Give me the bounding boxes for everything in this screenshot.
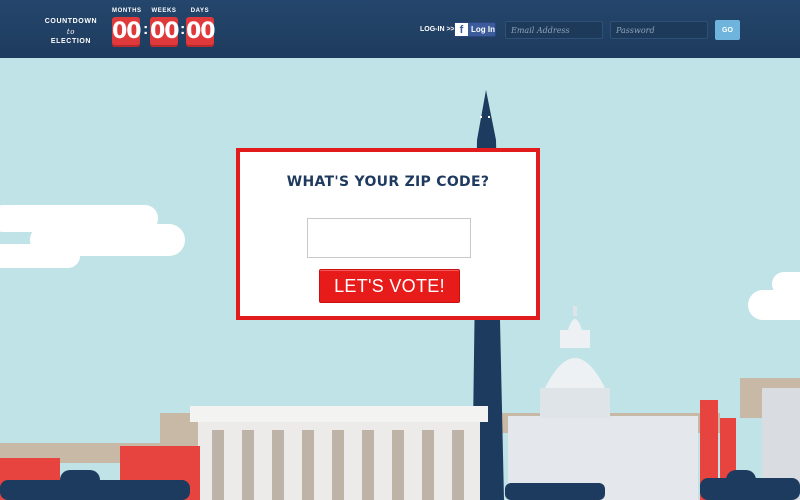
capitol bbox=[508, 306, 698, 500]
countdown-title: COUNTDOWN to ELECTION bbox=[42, 17, 100, 47]
countdown-months-label: MONTHS bbox=[112, 8, 142, 14]
countdown-title-line1: COUNTDOWN bbox=[44, 18, 98, 25]
login-label: LOG-IN >> bbox=[420, 26, 455, 33]
countdown-weeks: WEEKS 00 bbox=[150, 7, 180, 47]
countdown-weeks-value: 00 bbox=[150, 17, 180, 47]
zip-code-modal: WHAT'S YOUR ZIP CODE? LET'S VOTE! bbox=[236, 148, 540, 320]
countdown-days: DAYS 00 bbox=[186, 7, 216, 47]
facebook-icon: f bbox=[455, 23, 468, 36]
lincoln-memorial bbox=[190, 406, 488, 500]
countdown-weeks-label: WEEKS bbox=[151, 8, 177, 14]
facebook-login-label: Log In bbox=[471, 25, 495, 34]
zip-code-heading: WHAT'S YOUR ZIP CODE? bbox=[286, 174, 490, 190]
lets-vote-button[interactable]: LET'S VOTE! bbox=[319, 269, 460, 303]
countdown-title-line2: to bbox=[66, 28, 76, 36]
go-button[interactable]: GO bbox=[715, 20, 740, 40]
countdown-months-value: 00 bbox=[112, 17, 142, 47]
countdown-separator: : bbox=[143, 21, 149, 38]
password-field[interactable] bbox=[610, 21, 708, 39]
countdown-months: MONTHS 00 bbox=[112, 7, 142, 47]
countdown-days-label: DAYS bbox=[190, 8, 210, 14]
top-bar: COUNTDOWN to ELECTION MONTHS 00 : WEEKS … bbox=[0, 0, 800, 58]
facebook-login-button[interactable]: f Log In bbox=[454, 22, 496, 37]
countdown-separator: : bbox=[180, 21, 186, 38]
countdown-title-line3: ELECTION bbox=[50, 38, 92, 45]
countdown-days-value: 00 bbox=[186, 17, 216, 47]
cloud-left bbox=[0, 205, 185, 268]
zip-code-input[interactable] bbox=[307, 218, 471, 258]
cloud-right bbox=[748, 272, 800, 320]
email-field[interactable] bbox=[505, 21, 603, 39]
